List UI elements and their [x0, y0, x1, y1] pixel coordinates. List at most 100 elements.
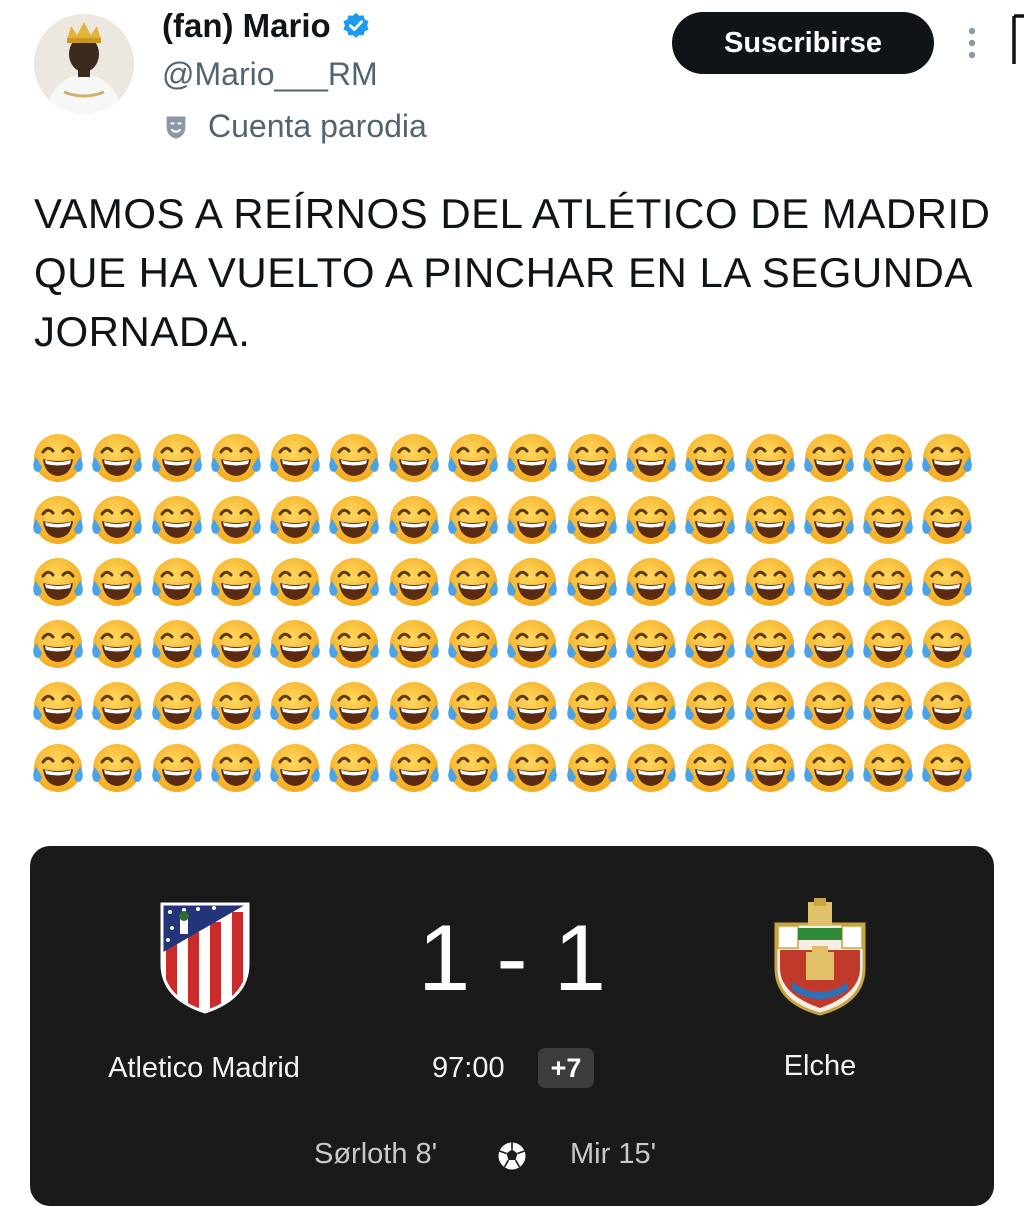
tears-of-joy-emoji-icon — [33, 496, 83, 544]
tears-of-joy-emoji-icon — [685, 434, 736, 482]
tears-of-joy-emoji-icon — [922, 682, 973, 730]
grok-icon[interactable] — [1008, 14, 1024, 68]
tears-of-joy-emoji-icon — [448, 682, 498, 730]
home-scorer: Sørloth 8' — [314, 1138, 438, 1170]
added-time-badge: +7 — [538, 1048, 594, 1088]
tears-of-joy-emoji-icon — [626, 682, 676, 730]
tears-of-joy-emoji-icon — [566, 620, 617, 668]
tears-of-joy-emoji-icon — [151, 496, 202, 544]
emoji-grid — [30, 430, 979, 802]
tears-of-joy-emoji-icon — [270, 434, 320, 482]
tears-of-joy-emoji-icon — [922, 434, 973, 482]
tears-of-joy-emoji-icon — [685, 558, 736, 606]
tears-of-joy-emoji-icon — [922, 744, 973, 792]
tears-of-joy-emoji-icon — [33, 434, 83, 482]
tears-of-joy-emoji-icon — [922, 558, 973, 606]
tears-of-joy-emoji-icon — [566, 496, 617, 544]
tears-of-joy-emoji-icon — [329, 496, 380, 544]
parody-label-row: Cuenta parodia — [162, 108, 427, 145]
tears-of-joy-emoji-icon — [389, 496, 439, 544]
verified-badge-icon — [343, 12, 369, 38]
tears-of-joy-emoji-icon — [685, 682, 736, 730]
tears-of-joy-emoji-icon — [151, 434, 202, 482]
tears-of-joy-emoji-icon — [389, 682, 439, 730]
tears-of-joy-emoji-icon — [507, 558, 558, 606]
tears-of-joy-emoji-icon — [270, 620, 320, 668]
user-handle[interactable]: @Mario___RM — [162, 56, 378, 93]
tears-of-joy-emoji-icon — [685, 744, 736, 792]
tears-of-joy-emoji-icon — [922, 620, 973, 668]
tears-of-joy-emoji-icon — [507, 496, 558, 544]
tears-of-joy-emoji-icon — [92, 496, 143, 544]
parody-mask-icon — [166, 116, 186, 139]
tears-of-joy-emoji-icon — [33, 558, 83, 606]
tears-of-joy-emoji-icon — [329, 744, 380, 792]
author-row: (fan) Mario — [162, 6, 371, 46]
more-options-icon[interactable] — [958, 24, 986, 62]
tears-of-joy-emoji-icon — [744, 558, 795, 606]
tears-of-joy-emoji-icon — [448, 496, 498, 544]
away-scorer: Mir 15' — [570, 1138, 657, 1170]
tears-of-joy-emoji-icon — [804, 434, 854, 482]
tears-of-joy-emoji-icon — [863, 558, 913, 606]
tears-of-joy-emoji-icon — [211, 744, 261, 792]
tears-of-joy-emoji-icon — [863, 744, 913, 792]
avatar-image — [34, 14, 134, 114]
tears-of-joy-emoji-icon — [744, 496, 795, 544]
soccer-ball-icon — [498, 1142, 526, 1170]
tears-of-joy-emoji-icon — [151, 744, 202, 792]
tears-of-joy-emoji-icon — [211, 558, 261, 606]
tears-of-joy-emoji-icon — [211, 620, 261, 668]
tears-of-joy-emoji-icon — [448, 620, 498, 668]
tears-of-joy-emoji-icon — [804, 496, 854, 544]
display-name[interactable]: (fan) Mario — [162, 7, 331, 45]
tears-of-joy-emoji-icon — [626, 496, 676, 544]
tears-of-joy-emoji-icon — [507, 620, 558, 668]
tears-of-joy-emoji-icon — [329, 434, 380, 482]
tears-of-joy-emoji-icon — [804, 620, 854, 668]
match-clock: 97:00 — [432, 1052, 505, 1084]
tears-of-joy-emoji-icon — [744, 620, 795, 668]
tears-of-joy-emoji-icon — [922, 496, 973, 544]
tears-of-joy-emoji-icon — [33, 744, 83, 792]
elche-crest-icon — [774, 898, 866, 1016]
tears-of-joy-emoji-icon — [566, 682, 617, 730]
tears-of-joy-emoji-icon — [863, 496, 913, 544]
home-team-name: Atletico Madrid — [108, 1052, 300, 1084]
tears-of-joy-emoji-icon — [92, 620, 143, 668]
parody-label: Cuenta parodia — [208, 108, 427, 144]
tears-of-joy-emoji-icon — [151, 558, 202, 606]
avatar[interactable] — [34, 14, 134, 114]
tears-of-joy-emoji-icon — [33, 682, 83, 730]
tears-of-joy-emoji-icon — [566, 744, 617, 792]
tears-of-joy-emoji-icon — [626, 558, 676, 606]
tears-of-joy-emoji-icon — [270, 496, 320, 544]
tears-of-joy-emoji-icon — [270, 744, 320, 792]
tears-of-joy-emoji-icon — [804, 682, 854, 730]
tears-of-joy-emoji-icon — [33, 620, 83, 668]
tears-of-joy-emoji-icon — [92, 434, 143, 482]
away-team-name: Elche — [783, 1050, 857, 1082]
tears-of-joy-emoji-icon — [804, 744, 854, 792]
tears-of-joy-emoji-icon — [863, 682, 913, 730]
tears-of-joy-emoji-icon — [151, 682, 202, 730]
tears-of-joy-emoji-icon — [448, 558, 498, 606]
tears-of-joy-emoji-icon — [92, 682, 143, 730]
tears-of-joy-emoji-icon — [863, 434, 913, 482]
tears-of-joy-emoji-icon — [448, 434, 498, 482]
tears-of-joy-emoji-icon — [744, 744, 795, 792]
tears-of-joy-emoji-icon — [329, 682, 380, 730]
tears-of-joy-emoji-icon — [389, 620, 439, 668]
tears-of-joy-emoji-icon — [389, 434, 439, 482]
tears-of-joy-emoji-icon — [566, 434, 617, 482]
tears-of-joy-emoji-icon — [626, 744, 676, 792]
tears-of-joy-emoji-icon — [270, 682, 320, 730]
tears-of-joy-emoji-icon — [804, 558, 854, 606]
tears-of-joy-emoji-icon — [211, 434, 261, 482]
tears-of-joy-emoji-icon — [92, 558, 143, 606]
tears-of-joy-emoji-icon — [151, 620, 202, 668]
tears-of-joy-emoji-icon — [507, 682, 558, 730]
subscribe-button[interactable]: Suscribirse — [672, 12, 934, 74]
match-score-card[interactable]: 1 - 1 Atletico Madrid 97:00 +7 Elche Sør… — [30, 846, 994, 1206]
tears-of-joy-emoji-icon — [389, 558, 439, 606]
